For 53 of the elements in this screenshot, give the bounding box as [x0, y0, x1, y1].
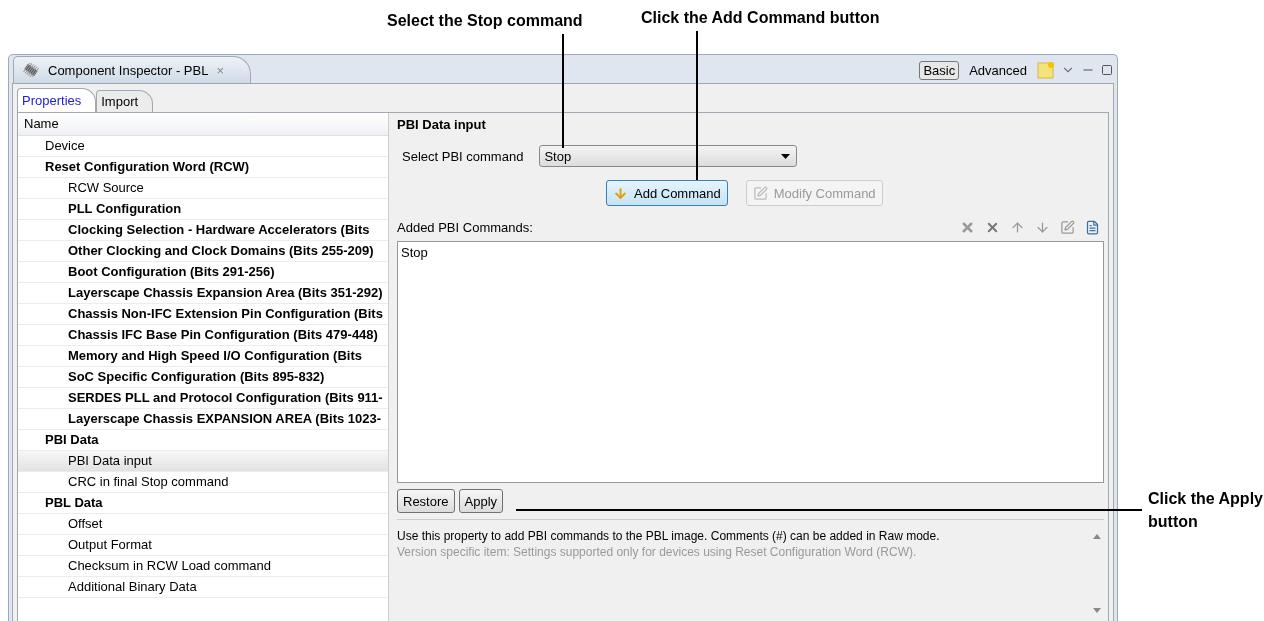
version-note: Version specific item: Settings supported only for devices using Reset Configuration Word (RCW).	[397, 544, 918, 560]
tree-item[interactable]: RCW Source	[18, 178, 388, 199]
tree-item[interactable]: Memory and High Speed I/O Configuration (Bits	[18, 346, 388, 367]
view-tab[interactable]: Component Inspector - PBL ×	[13, 56, 251, 83]
action-button[interactable]: Restore	[397, 489, 455, 513]
action-button[interactable]: Apply	[458, 489, 504, 513]
tree-item[interactable]: Additional Binary Data	[18, 577, 388, 598]
callout-text: Click the Add Command button	[641, 9, 880, 27]
tree-item[interactable]: SERDES PLL and Protocol Configuration (Bits 911-	[18, 388, 388, 409]
edit-icon[interactable]	[1060, 219, 1075, 235]
dropdown-arrow-icon	[781, 153, 791, 159]
move-up-icon[interactable]	[1010, 219, 1025, 235]
tree-item[interactable]: PBI Data input	[18, 451, 388, 472]
tree-item[interactable]: Layerscape Chassis EXPANSION AREA (Bits 1023-	[18, 409, 388, 430]
tree-item[interactable]: Clocking Selection - Hardware Accelerators (Bits	[18, 220, 388, 241]
tree-item[interactable]: Output Format	[18, 535, 388, 556]
section-title: PBI Data input	[397, 117, 487, 134]
tab[interactable]: Properties	[17, 88, 97, 112]
scroll-down-icon[interactable]	[1093, 608, 1101, 613]
mode-button[interactable]: Advanced	[965, 60, 1031, 80]
tree-item[interactable]: CRC in final Stop command	[18, 472, 388, 493]
tree-item[interactable]: Device	[18, 136, 388, 157]
tree-item[interactable]: Chassis Non-IFC Extension Pin Configuration (Bits	[18, 304, 388, 325]
tree-item[interactable]: Chassis IFC Base Pin Configuration (Bits 479-448)	[18, 325, 388, 346]
scroll-up-icon[interactable]	[1093, 534, 1101, 539]
move-down-icon[interactable]	[1035, 219, 1050, 235]
description-text: Use this property to add PBI commands to the PBL image. Comments (#) can be added in Raw mode.	[397, 528, 941, 544]
maximize-icon[interactable]	[1101, 64, 1113, 76]
tree-item[interactable]: Other Clocking and Clock Domains (Bits 255-209)	[18, 241, 388, 262]
callout-text: Select the Stop command	[387, 12, 583, 30]
field-label: Select PBI command	[402, 148, 524, 164]
callout-text: Click the Apply button	[1148, 489, 1264, 532]
chip-icon	[22, 63, 40, 77]
mode-button[interactable]: Basic	[919, 60, 960, 80]
tree-item[interactable]: PBL Data	[18, 493, 388, 514]
down-arrow-icon	[613, 185, 628, 201]
tree-item[interactable]: Checksum in RCW Load command	[18, 556, 388, 577]
edit-icon	[752, 185, 768, 201]
commands-list[interactable]: Stop	[397, 241, 1104, 483]
tree-item[interactable]: SoC Specific Configuration (Bits 895-832)	[18, 367, 388, 388]
delete-icon[interactable]	[960, 219, 975, 235]
tree-item[interactable]: Boot Configuration (Bits 291-256)	[18, 262, 388, 283]
tree-item[interactable]: Offset	[18, 514, 388, 535]
tree-item[interactable]: Reset Configuration Word (RCW)	[18, 157, 388, 178]
view-title: Component Inspector - PBL	[48, 62, 209, 78]
tab[interactable]: Import	[96, 90, 154, 112]
command-item[interactable]: Stop	[401, 245, 1100, 260]
list-label: Added PBI Commands:	[397, 219, 533, 235]
tree-item[interactable]: Layerscape Chassis Expansion Area (Bits 351-292)	[18, 283, 388, 304]
tree-item[interactable]: PLL Configuration	[18, 199, 388, 220]
command-button[interactable]: Add Command	[606, 180, 728, 206]
command-dropdown[interactable]: Stop	[539, 145, 798, 167]
binary-file-icon[interactable]	[1085, 219, 1100, 235]
